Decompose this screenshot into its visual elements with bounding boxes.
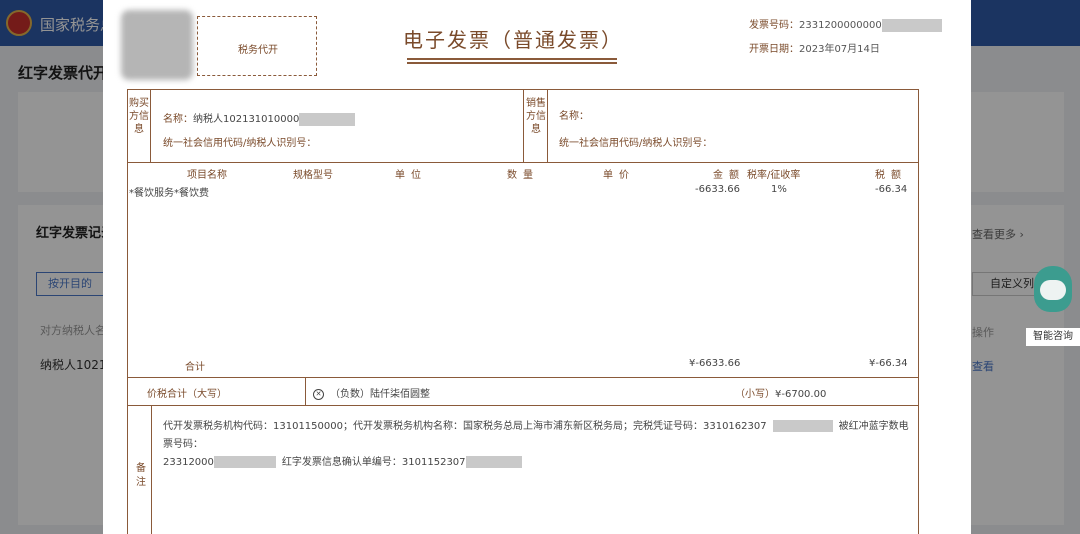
invoice-title: 电子发票（普通发票）: [403, 28, 623, 52]
stamp-label: 税务代开: [238, 45, 278, 56]
remarks-line-1-text: 代开发票税务机构代码：13101150000；代开发票税务机构名称：国家税务总局…: [163, 421, 767, 432]
total-small-label: （小写）: [735, 389, 775, 400]
col-amount: 金额: [713, 170, 745, 181]
remarks-line-2-a: 23312000: [163, 457, 214, 468]
issue-date-value: 2023年07月14日: [799, 44, 880, 55]
title-underline: [407, 58, 617, 60]
total-small: （小写）¥-6700.00: [735, 385, 826, 400]
subtotal-amount: ¥-6633.66: [689, 358, 741, 369]
invoice-number-value: 2331200000000: [799, 20, 882, 31]
total-label: 价税合计（大写）: [147, 389, 227, 400]
remarks-text: 代开发票税务机构代码：13101150000；代开发票税务机构名称：国家税务总局…: [163, 418, 911, 472]
col-unit: 单位: [395, 170, 427, 181]
assistant-label: 智能咨询: [1026, 328, 1080, 346]
divider-buyer-label: [150, 89, 151, 162]
divider-total: [127, 405, 919, 406]
divider-remarks-label: [151, 405, 152, 534]
redaction-block: [772, 420, 833, 432]
item-rate: 1%: [771, 184, 787, 195]
col-item-name: 项目名称: [187, 170, 227, 181]
total-small-value: ¥-6700.00: [775, 389, 827, 400]
redaction-block: [213, 456, 276, 468]
divider-items: [127, 377, 919, 378]
total-capital: ✕ （负数）陆仟柒佰圆整: [313, 385, 430, 400]
subtotal-tax: ¥-66.34: [869, 358, 908, 369]
redaction-block: [881, 18, 942, 32]
redaction-block: [299, 112, 356, 126]
invoice-number: 发票号码：2331200000000: [749, 16, 942, 32]
tax-agency-stamp: 税务代开: [197, 16, 317, 76]
col-price: 单价: [603, 170, 635, 181]
buyer-name: 名称：纳税人102131010000: [163, 110, 356, 126]
invoice-number-label: 发票号码：: [749, 20, 799, 31]
col-rate: 税率/征收率: [747, 170, 801, 181]
remarks-line-2-b: 红字发票信息确认单编号：3101152307: [281, 457, 466, 468]
invoice-preview: 税务代开 电子发票（普通发票） 发票号码：2331200000000 开票日期：…: [103, 0, 971, 534]
title-underline-2: [407, 62, 617, 64]
divider-seller-label: [547, 89, 548, 162]
remarks-line-1: 代开发票税务机构代码：13101150000；代开发票税务机构名称：国家税务总局…: [163, 418, 911, 454]
issue-date: 开票日期：2023年07月14日: [749, 40, 880, 55]
redaction-block: [465, 456, 522, 468]
buyer-section-label: 购买方信息: [129, 98, 149, 135]
qr-code-blurred: [121, 10, 193, 80]
smart-assistant[interactable]: 智能咨询: [1026, 266, 1080, 348]
seller-section-label: 销售方信息: [526, 98, 546, 135]
col-qty: 数量: [507, 170, 539, 181]
issue-date-label: 开票日期：: [749, 44, 799, 55]
buyer-name-label: 名称：: [163, 114, 193, 125]
item-tax: -66.34: [875, 184, 908, 195]
divider-total-label: [305, 377, 306, 405]
seller-tax-id: 统一社会信用代码/纳税人识别号：: [559, 138, 713, 149]
remarks-line-2: 23312000 红字发票信息确认单编号：3101152307: [163, 454, 911, 472]
divider-mid: [523, 89, 524, 162]
subtotal-label: 合计: [185, 362, 205, 373]
total-capital-value: （负数）陆仟柒佰圆整: [330, 389, 430, 400]
col-spec: 规格型号: [293, 170, 333, 181]
assistant-face: [1040, 280, 1066, 300]
close-circle-icon: ✕: [313, 388, 324, 400]
buyer-name-value: 纳税人102131010000: [193, 114, 300, 125]
col-tax: 税额: [875, 170, 907, 181]
divider-parties: [127, 162, 919, 163]
item-amount: -6633.66: [695, 184, 740, 195]
seller-name-label: 名称：: [559, 111, 589, 122]
remarks-label: 备注: [136, 463, 146, 488]
item-name: *餐饮服务*餐饮费: [129, 188, 209, 199]
buyer-tax-id: 统一社会信用代码/纳税人识别号：: [163, 138, 317, 149]
